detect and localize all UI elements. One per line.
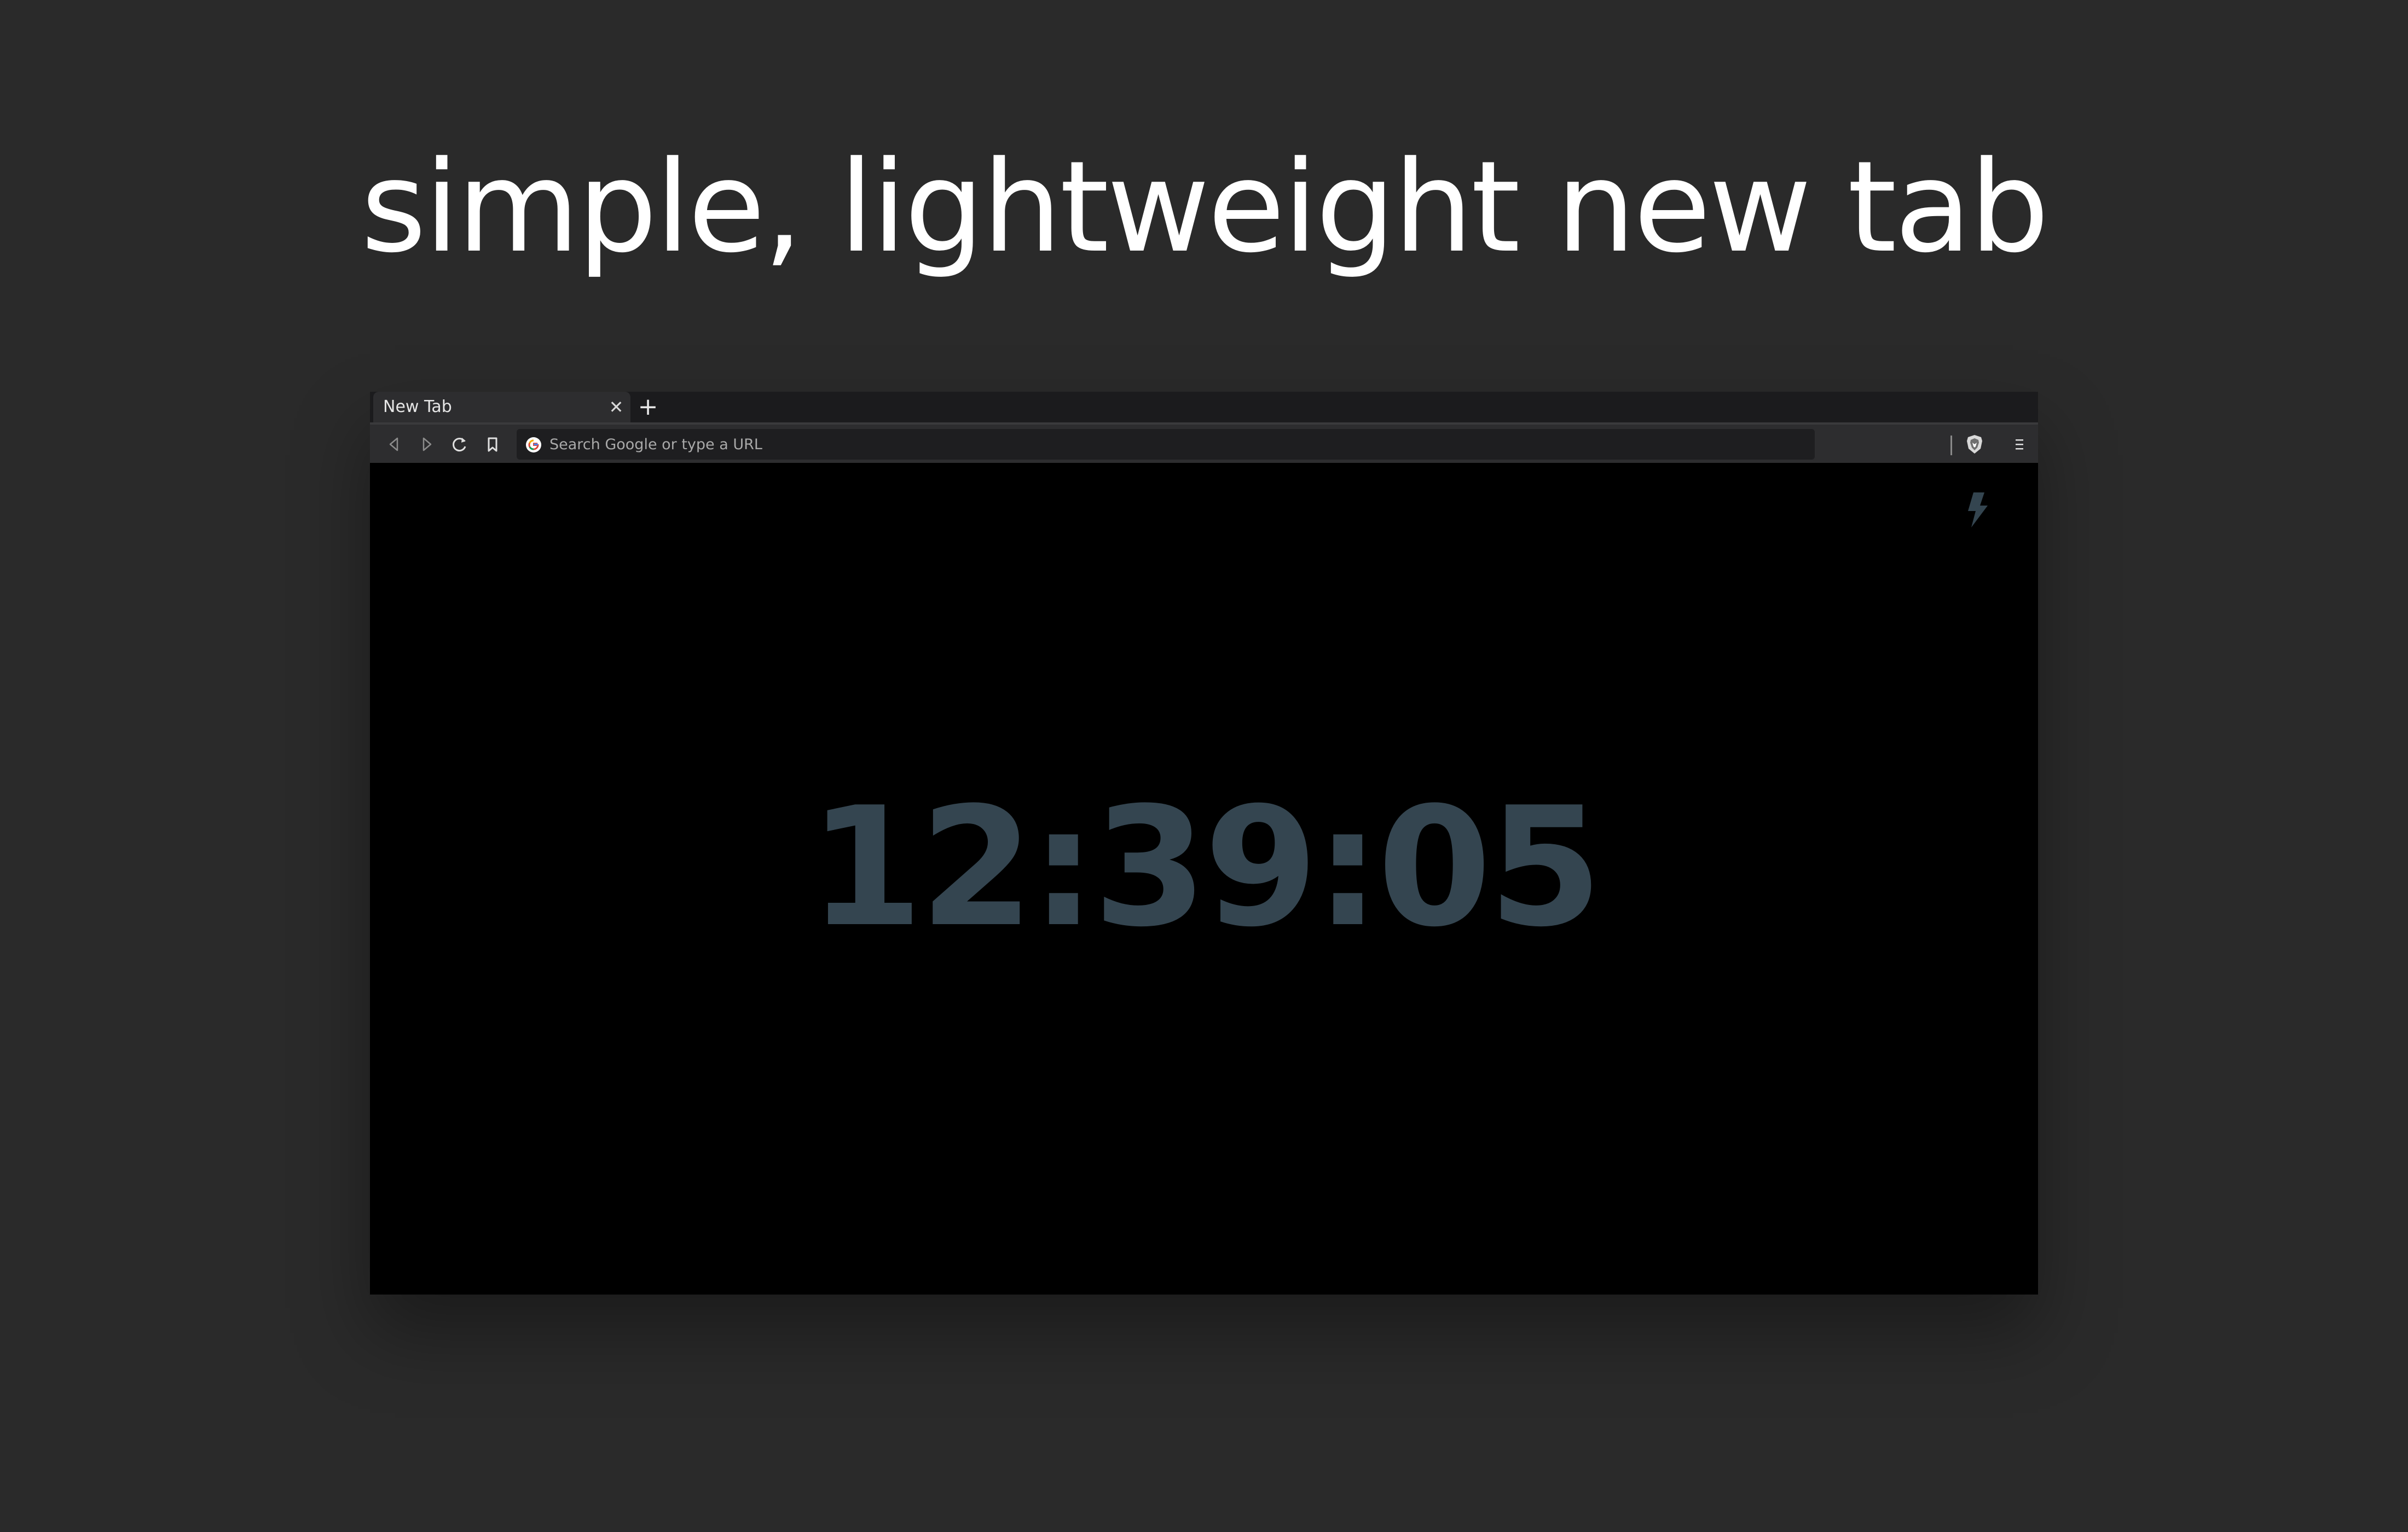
forward-arrow-icon[interactable] xyxy=(413,430,441,459)
omnibox[interactable] xyxy=(517,429,1815,460)
lightning-bolt-icon[interactable] xyxy=(1964,490,1991,530)
new-tab-page: 12:39:05 xyxy=(370,463,2038,1295)
brave-shield-icon[interactable] xyxy=(1963,432,1987,456)
hamburger-menu-icon[interactable] xyxy=(2006,431,2033,457)
browser-window: New Tab ✕ + Search Google or type a URL … xyxy=(370,392,2038,1295)
tab-strip: New Tab ✕ + xyxy=(370,392,2038,422)
google-icon xyxy=(525,437,542,453)
bookmark-icon[interactable] xyxy=(478,430,507,459)
tab-new-tab[interactable]: New Tab ✕ xyxy=(373,392,630,422)
reload-icon[interactable] xyxy=(445,430,474,459)
toolbar xyxy=(370,422,2038,463)
back-arrow-icon[interactable] xyxy=(380,430,408,459)
tab-close-icon[interactable]: ✕ xyxy=(606,397,626,417)
url-input[interactable] xyxy=(549,429,1753,460)
omnibox-divider xyxy=(1950,436,1952,455)
tab-title: New Tab xyxy=(383,397,452,416)
new-tab-button[interactable]: + xyxy=(633,395,663,419)
clock-time: 12:39:05 xyxy=(808,772,1602,963)
headline: simple, lightweight new tab xyxy=(361,135,2049,281)
